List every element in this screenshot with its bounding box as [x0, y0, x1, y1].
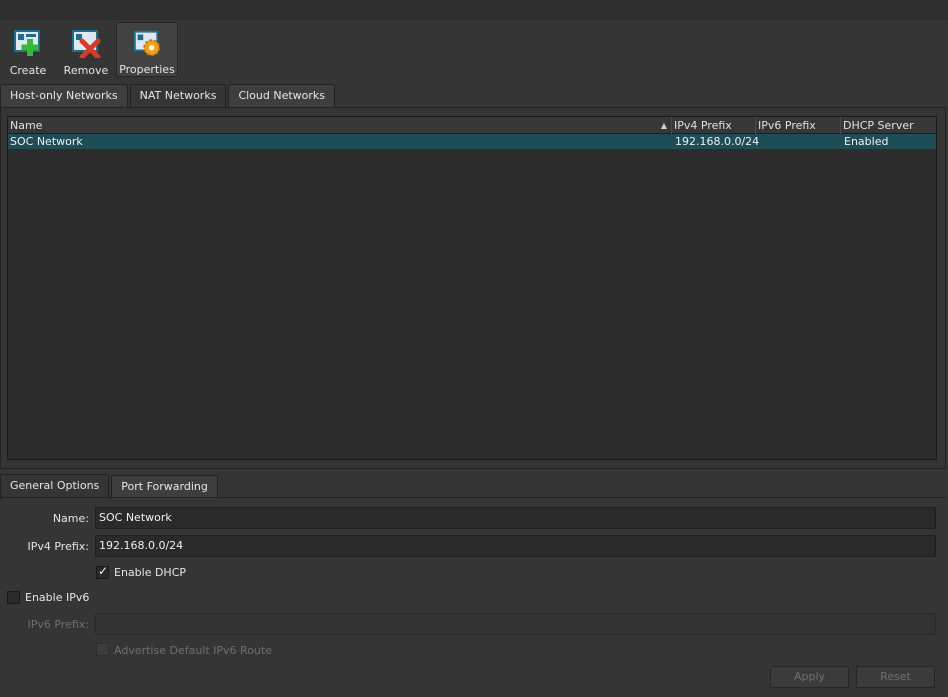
- enable-ipv6-label[interactable]: Enable IPv6: [25, 591, 89, 604]
- remove-button[interactable]: Remove: [58, 22, 114, 77]
- column-header-ipv4-prefix[interactable]: IPv4 Prefix: [672, 117, 756, 134]
- tab-host-only-networks[interactable]: Host-only Networks: [0, 84, 128, 108]
- enable-dhcp-checkbox[interactable]: [96, 564, 109, 579]
- column-header-name[interactable]: Name ▲: [8, 117, 672, 134]
- table-row[interactable]: SOC Network 192.168.0.0/24 Enabled: [8, 134, 936, 149]
- tab-general-options[interactable]: General Options: [0, 474, 110, 499]
- network-remove-icon: [72, 30, 101, 58]
- toolbar: Create Remove Properties: [0, 22, 180, 78]
- cell-ipv6-prefix: [757, 134, 759, 149]
- network-type-tabs: Host-only Networks NAT Networks Cloud Ne…: [0, 84, 337, 109]
- network-properties-gear-icon: [133, 30, 161, 57]
- enable-ipv6-checkbox[interactable]: [7, 591, 20, 604]
- column-header-dhcp-server[interactable]: DHCP Server: [841, 117, 936, 134]
- remove-label: Remove: [63, 64, 109, 77]
- properties-button[interactable]: Properties: [116, 22, 178, 77]
- apply-button[interactable]: Apply: [770, 666, 849, 688]
- properties-label: Properties: [119, 63, 175, 76]
- ipv4-prefix-field[interactable]: 192.168.0.0/24: [95, 535, 936, 557]
- enable-dhcp-label[interactable]: Enable DHCP: [114, 566, 186, 579]
- ipv4-prefix-label: IPv4 Prefix:: [27, 540, 89, 553]
- network-add-icon: [14, 30, 40, 56]
- column-header-ipv6-prefix[interactable]: IPv6 Prefix: [756, 117, 841, 134]
- name-label: Name:: [52, 512, 89, 525]
- reset-button[interactable]: Reset: [856, 666, 935, 688]
- create-button[interactable]: Create: [0, 22, 56, 77]
- window-top-strip: [0, 0, 948, 20]
- table-header: Name ▲ IPv4 Prefix IPv6 Prefix DHCP Serv…: [8, 117, 936, 134]
- name-field[interactable]: SOC Network: [95, 507, 936, 529]
- tab-port-forwarding[interactable]: Port Forwarding: [111, 475, 218, 499]
- create-label: Create: [9, 64, 47, 77]
- cell-dhcp-server: Enabled: [844, 135, 889, 148]
- column-header-name-label: Name: [10, 119, 43, 132]
- advertise-ipv6-route-label[interactable]: Advertise Default IPv6 Route: [114, 644, 272, 657]
- advertise-ipv6-route-checkbox[interactable]: [96, 643, 109, 656]
- cell-name: SOC Network: [10, 135, 83, 148]
- tab-cloud-networks[interactable]: Cloud Networks: [228, 84, 336, 108]
- tab-nat-networks[interactable]: NAT Networks: [129, 84, 227, 109]
- cell-ipv4-prefix: 192.168.0.0/24: [675, 135, 760, 148]
- nat-networks-table[interactable]: Name ▲ IPv4 Prefix IPv6 Prefix DHCP Serv…: [7, 116, 937, 460]
- ipv6-prefix-label: IPv6 Prefix:: [27, 618, 89, 631]
- details-tabs: General Options Port Forwarding: [0, 474, 220, 499]
- sort-ascending-icon: ▲: [660, 121, 667, 130]
- ipv6-prefix-field[interactable]: [95, 613, 936, 635]
